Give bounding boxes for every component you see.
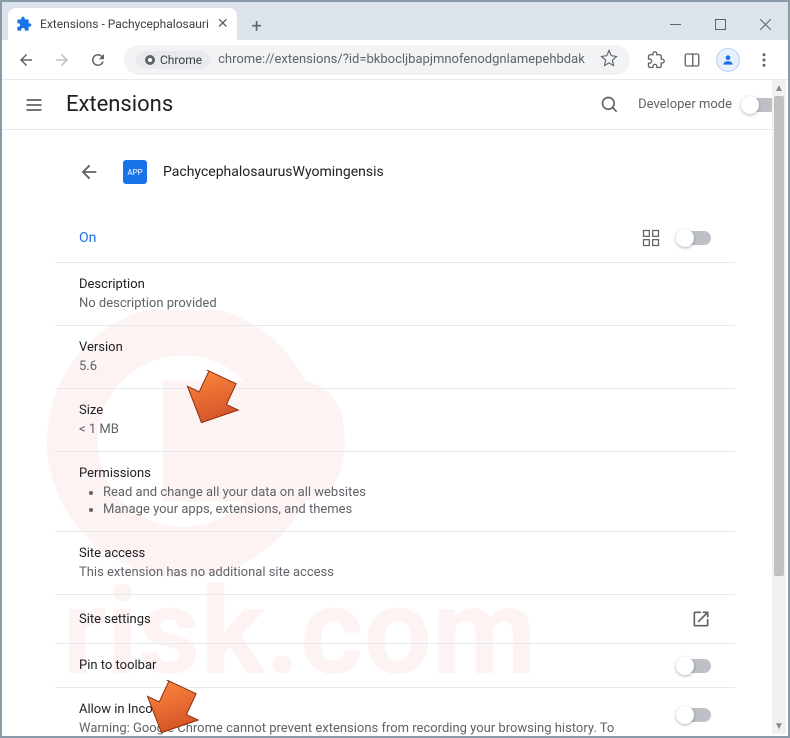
browser-tab[interactable]: Extensions - Pachycephalosauri ✕ [8, 8, 237, 40]
site-settings-row[interactable]: Site settings [55, 594, 735, 643]
detail-header: APP PachycephalosaurusWyomingensis [55, 154, 735, 190]
window-controls [653, 8, 788, 40]
hamburger-menu-icon[interactable] [14, 85, 54, 125]
version-label: Version [79, 340, 711, 355]
page-title: Extensions [66, 92, 173, 117]
forward-button[interactable] [46, 44, 78, 76]
profile-button[interactable] [712, 44, 744, 76]
incognito-toggle[interactable] [677, 708, 711, 722]
incognito-row: Allow in Incognito Warning: Google Chrom… [55, 687, 735, 736]
scroll-up-icon[interactable]: ▲ [772, 80, 786, 96]
search-icon[interactable] [592, 87, 628, 123]
extension-detail-card: APP PachycephalosaurusWyomingensis On De… [55, 154, 735, 736]
maximize-button[interactable] [698, 8, 743, 40]
tab-favicon-extension-icon [16, 16, 32, 32]
back-button[interactable] [10, 44, 42, 76]
scroll-down-icon[interactable]: ▼ [772, 718, 786, 734]
extension-name: PachycephalosaurusWyomingensis [163, 164, 384, 180]
address-bar[interactable]: Chrome chrome://extensions/?id=bkbocljba… [124, 45, 630, 75]
scrollbar[interactable]: ▲ ▼ [772, 80, 786, 734]
tab-title: Extensions - Pachycephalosauri [40, 17, 209, 31]
description-value: No description provided [79, 296, 711, 311]
page-header: Extensions Developer mode [2, 80, 788, 130]
titlebar: Extensions - Pachycephalosauri ✕ + [2, 2, 788, 40]
developer-mode-toggle[interactable] [742, 98, 776, 112]
bookmark-star-icon[interactable] [600, 49, 618, 71]
permissions-list: Read and change all your data on all web… [103, 485, 711, 517]
url-scheme-chip: Chrome [136, 51, 210, 69]
on-label: On [79, 230, 96, 246]
pin-toolbar-label: Pin to toolbar [79, 658, 156, 673]
on-off-row: On [55, 214, 735, 262]
description-label: Description [79, 277, 711, 292]
open-external-icon[interactable] [691, 609, 711, 629]
extension-enable-toggle[interactable] [677, 231, 711, 245]
pin-toolbar-row: Pin to toolbar [55, 643, 735, 687]
tab-close-icon[interactable]: ✕ [217, 16, 229, 32]
browser-toolbar: Chrome chrome://extensions/?id=bkbocljba… [2, 40, 788, 80]
site-settings-label: Site settings [79, 612, 151, 627]
incognito-warning: Warning: Google Chrome cannot prevent ex… [79, 721, 657, 736]
extensions-toolbar-icon[interactable] [640, 44, 672, 76]
permission-item: Read and change all your data on all web… [103, 485, 711, 500]
incognito-label: Allow in Incognito [79, 702, 657, 717]
permissions-label: Permissions [79, 466, 711, 481]
site-access-row: Site access This extension has no additi… [55, 531, 735, 594]
minimize-button[interactable] [653, 8, 698, 40]
close-button[interactable] [743, 8, 788, 40]
reload-button[interactable] [82, 44, 114, 76]
side-panel-icon[interactable] [676, 44, 708, 76]
version-row: Version 5.6 [55, 325, 735, 388]
developer-mode-label: Developer mode [638, 97, 732, 112]
scrollbar-thumb[interactable] [774, 96, 784, 576]
version-value: 5.6 [79, 359, 711, 374]
site-access-label: Site access [79, 546, 711, 561]
permission-item: Manage your apps, extensions, and themes [103, 502, 711, 517]
url-text: chrome://extensions/?id=bkbocljbapjmnofe… [218, 52, 592, 67]
back-to-extensions-button[interactable] [71, 154, 107, 190]
size-row: Size < 1 MB [55, 388, 735, 451]
extension-icon: APP [123, 160, 147, 184]
permissions-row: Permissions Read and change all your dat… [55, 451, 735, 531]
content-area: risk.com APP PachycephalosaurusWyomingen… [2, 130, 788, 736]
size-label: Size [79, 403, 711, 418]
site-access-value: This extension has no additional site ac… [79, 565, 711, 580]
chrome-menu-icon[interactable] [748, 44, 780, 76]
url-scheme-label: Chrome [160, 53, 202, 67]
size-value: < 1 MB [79, 422, 711, 437]
description-row: Description No description provided [55, 262, 735, 325]
pin-toolbar-toggle[interactable] [677, 659, 711, 673]
grid-view-icon[interactable] [641, 228, 661, 248]
new-tab-button[interactable]: + [243, 12, 271, 40]
